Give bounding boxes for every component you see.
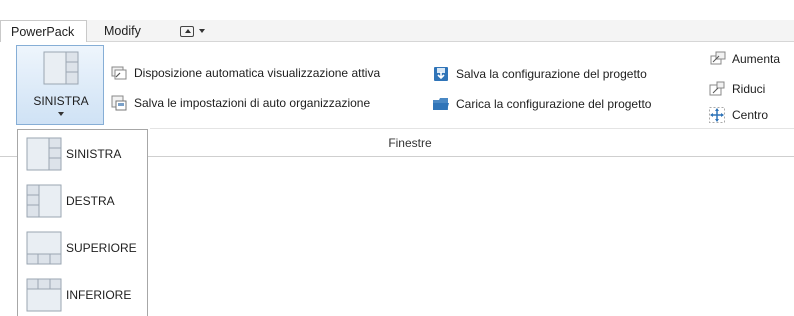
center-icon (709, 107, 725, 123)
menu-item-label: SUPERIORE (66, 241, 137, 255)
quick-access-icon (180, 25, 194, 37)
save-settings-icon (111, 95, 127, 111)
enlarge-label: Aumenta (732, 52, 781, 66)
menu-item-sinistra[interactable]: SINISTRA (18, 132, 147, 176)
menu-item-label: DESTRA (66, 194, 115, 208)
layout-button-label: SINISTRA (33, 94, 89, 108)
chevron-down-icon (199, 29, 205, 33)
load-config-button[interactable]: Carica la configurazione del progetto (432, 95, 651, 113)
menu-item-inferiore[interactable]: INFERIORE (18, 273, 147, 316)
auto-arrange-button[interactable]: Disposizione automatica visualizzazione … (110, 64, 380, 82)
save-config-icon (434, 67, 448, 81)
reduce-button[interactable]: Riduci (708, 80, 765, 98)
menu-item-superiore[interactable]: SUPERIORE (18, 226, 147, 270)
layout-split-button[interactable]: SINISTRA (16, 45, 104, 125)
auto-arrange-label: Disposizione automatica visualizzazione … (134, 66, 381, 80)
auto-arrange-icon (111, 66, 127, 80)
center-button[interactable]: Centro (708, 106, 768, 124)
reduce-icon (709, 81, 725, 96)
menu-item-label: INFERIORE (66, 288, 132, 302)
panel-left-icon (43, 51, 79, 85)
chevron-down-icon (58, 112, 64, 116)
menu-item-label: SINISTRA (66, 147, 122, 161)
panel-left-icon (26, 137, 62, 171)
panel-right-icon (26, 184, 62, 218)
ribbon-group-divider (150, 128, 794, 129)
save-settings-label: Salva le impostazioni di auto organizzaz… (134, 96, 371, 110)
save-settings-button[interactable]: Salva le impostazioni di auto organizzaz… (110, 94, 370, 112)
layout-dropdown-menu: SINISTRA DESTRA SUPERIORE INFERIORE (17, 129, 148, 316)
ribbon-tab-bar: PowerPack Modify (0, 20, 794, 43)
quick-access-dropdown[interactable] (176, 23, 209, 39)
reduce-label: Riduci (732, 82, 766, 96)
load-config-label: Carica la configurazione del progetto (456, 97, 652, 111)
panel-top-icon (26, 231, 62, 265)
ribbon-group-label: Finestre (388, 136, 432, 150)
menu-item-destra[interactable]: DESTRA (18, 179, 147, 223)
save-config-label: Salva la configurazione del progetto (456, 67, 647, 81)
enlarge-button[interactable]: Aumenta (708, 50, 780, 68)
save-config-button[interactable]: Salva la configurazione del progetto (432, 65, 647, 83)
tab-modify[interactable]: Modify (100, 20, 145, 42)
load-config-icon (433, 98, 449, 110)
tab-powerpack[interactable]: PowerPack (0, 20, 87, 43)
panel-bottom-icon (26, 278, 62, 312)
center-label: Centro (732, 108, 769, 122)
enlarge-icon (710, 51, 726, 65)
